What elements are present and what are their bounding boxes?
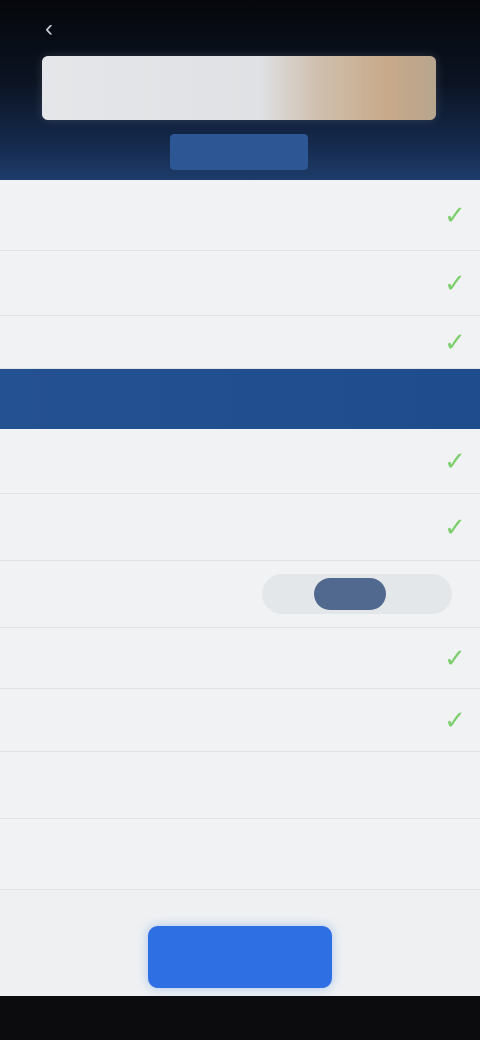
settings-row[interactable]: ✓ bbox=[0, 316, 480, 369]
settings-row[interactable] bbox=[0, 819, 480, 890]
check-icon: ✓ bbox=[444, 268, 466, 298]
segmented-control[interactable] bbox=[262, 574, 452, 614]
settings-screen: ‹ ✓ ✓ ✓ ✓ ✓ ✓ ✓ bbox=[0, 0, 480, 1040]
segmented-control-selected[interactable] bbox=[314, 578, 386, 610]
group-header bbox=[0, 369, 480, 429]
settings-list: ✓ ✓ ✓ ✓ ✓ ✓ ✓ bbox=[0, 180, 480, 890]
settings-row[interactable]: ✓ bbox=[0, 251, 480, 316]
check-icon: ✓ bbox=[444, 705, 466, 735]
banner bbox=[42, 56, 436, 120]
settings-row-segment bbox=[0, 561, 480, 628]
settings-row[interactable] bbox=[0, 752, 480, 819]
settings-row[interactable]: ✓ bbox=[0, 689, 480, 752]
check-icon: ✓ bbox=[444, 512, 466, 542]
settings-row[interactable]: ✓ bbox=[0, 180, 480, 251]
primary-button[interactable] bbox=[148, 926, 332, 988]
check-icon: ✓ bbox=[444, 327, 466, 357]
check-icon: ✓ bbox=[444, 200, 466, 230]
check-icon: ✓ bbox=[444, 643, 466, 673]
back-arrow-icon[interactable]: ‹ bbox=[34, 14, 64, 44]
header: ‹ bbox=[0, 0, 480, 180]
settings-row[interactable]: ✓ bbox=[0, 494, 480, 561]
check-icon: ✓ bbox=[444, 446, 466, 476]
system-nav-bar bbox=[0, 996, 480, 1040]
section-title-pill bbox=[170, 134, 308, 170]
settings-row[interactable]: ✓ bbox=[0, 429, 480, 494]
settings-row[interactable]: ✓ bbox=[0, 628, 480, 689]
